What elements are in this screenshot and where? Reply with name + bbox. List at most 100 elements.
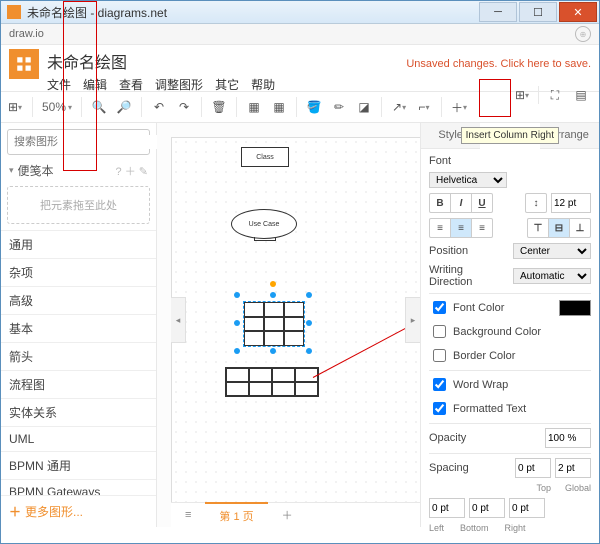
maximize-button[interactable]: ☐ (519, 2, 557, 22)
add-page-button[interactable]: ＋ (268, 503, 307, 527)
canvas[interactable]: Class Use Case ◂ ▸ (171, 137, 420, 503)
menu-help[interactable]: 帮助 (251, 76, 275, 93)
line-height-icon[interactable]: ↕ (526, 194, 546, 212)
toolbar-right: ⊞▾ ⛶ ▤ (512, 85, 591, 105)
opacity-input[interactable] (545, 428, 591, 448)
pages-menu-icon[interactable]: ≡ (171, 503, 205, 527)
table-icon[interactable]: ⊞▾ (512, 85, 532, 105)
collapse-left[interactable]: ◂ (171, 297, 186, 343)
language-icon[interactable]: ⊕ (575, 26, 591, 42)
to-front-icon[interactable]: ▦ (246, 99, 262, 115)
border-color-check[interactable] (433, 349, 446, 362)
shape-table-selected[interactable] (243, 301, 305, 347)
opacity-label: Opacity (429, 432, 541, 444)
unsaved-banner[interactable]: Unsaved changes. Click here to save. (406, 58, 591, 70)
shape-usecase[interactable]: Use Case (231, 209, 297, 239)
position-label: Position (429, 245, 509, 257)
page-tab-1[interactable]: 第 1 页 (205, 502, 267, 528)
line-color-icon[interactable]: ✏ (331, 99, 347, 115)
delete-icon[interactable]: 🗑 (211, 99, 227, 115)
insert-icon[interactable]: ＋▾ (451, 99, 467, 115)
waypoint-icon[interactable]: ⌐▾ (416, 99, 432, 115)
lib-entity[interactable]: 实体关系 (1, 398, 156, 426)
minimize-button[interactable]: ─ (479, 2, 517, 22)
position-select[interactable]: Center (513, 243, 591, 259)
lib-general[interactable]: 通用 (1, 230, 156, 258)
menu-bar: 文件 编辑 查看 调整图形 其它 帮助 (47, 76, 396, 93)
window-controls: ─ ☐ ✕ (479, 2, 599, 22)
redo-icon[interactable]: ↷ (176, 99, 192, 115)
lib-bpmn-general[interactable]: BPMN 通用 (1, 451, 156, 479)
menu-view[interactable]: 查看 (119, 76, 143, 93)
to-back-icon[interactable]: ▦ (271, 99, 287, 115)
font-size-input[interactable] (551, 193, 591, 213)
shape-table-2[interactable] (225, 367, 319, 397)
v-align-group: ⊤ ⊟ ⊥ (527, 218, 591, 238)
more-shapes-button[interactable]: ＋ 更多图形... (1, 495, 156, 527)
collapse-right[interactable]: ▸ (405, 297, 420, 343)
lib-bpmn-gateways[interactable]: BPMN Gateways (1, 479, 156, 495)
bold-button[interactable]: B (430, 194, 451, 212)
font-color-check[interactable] (433, 301, 446, 314)
align-right-button[interactable]: ≡ (472, 219, 492, 237)
document-title[interactable]: 未命名绘图 (47, 49, 396, 73)
lib-flowchart[interactable]: 流程图 (1, 370, 156, 398)
zoom-in-icon[interactable]: 🔍 (91, 99, 107, 115)
app-header: draw.io ⊕ (1, 24, 599, 45)
scratchpad-drop[interactable]: 把元素拖至此处 (7, 186, 150, 224)
align-left-button[interactable]: ≡ (430, 219, 451, 237)
shape-library-list: 通用 杂项 高级 基本 箭头 流程图 实体关系 UML BPMN 通用 BPMN… (1, 230, 156, 495)
connection-icon[interactable]: ↗▾ (391, 99, 407, 115)
spacing-left[interactable] (429, 498, 465, 518)
lib-arrows[interactable]: 箭头 (1, 342, 156, 370)
close-button[interactable]: ✕ (559, 2, 597, 22)
shape-search[interactable]: 🔍 (7, 129, 150, 155)
undo-icon[interactable]: ↶ (151, 99, 167, 115)
lib-advanced[interactable]: 高级 (1, 286, 156, 314)
spacing-bottom[interactable] (469, 498, 505, 518)
writing-select[interactable]: Automatic (513, 268, 591, 284)
shadow-icon[interactable]: ◪ (356, 99, 372, 115)
spacing-right[interactable] (509, 498, 545, 518)
spacing-top[interactable] (515, 458, 551, 478)
align-bottom-button[interactable]: ⊥ (570, 219, 590, 237)
menu-edit[interactable]: 编辑 (83, 76, 107, 93)
scratchpad-tools[interactable]: ? ＋ ✎ (116, 163, 148, 179)
lib-misc[interactable]: 杂项 (1, 258, 156, 286)
format-panel: Style Text Arrange Font Helvetica B I U … (420, 123, 599, 527)
h-align-group: ≡ ≡ ≡ (429, 218, 493, 238)
wordwrap-check[interactable] (433, 378, 446, 391)
format-properties: Font Helvetica B I U ↕ (421, 149, 599, 544)
underline-button[interactable]: U (472, 194, 492, 212)
zoom-display[interactable]: 50%▾ (42, 100, 72, 114)
menu-extras[interactable]: 其它 (215, 76, 239, 93)
fill-color-icon[interactable]: 🪣 (306, 99, 322, 115)
font-family-select[interactable]: Helvetica (429, 172, 507, 188)
lib-basic[interactable]: 基本 (1, 314, 156, 342)
spacing-label: Spacing (429, 462, 511, 474)
app-icon (7, 5, 21, 19)
fullscreen-icon[interactable]: ⛶ (545, 85, 565, 105)
canvas-area: Class Use Case ◂ ▸ (157, 123, 420, 527)
sidebar-toggle-icon[interactable]: ⊞▾ (7, 99, 23, 115)
document-icon (9, 49, 39, 79)
format-panel-icon[interactable]: ▤ (571, 85, 591, 105)
font-label: Font (429, 155, 591, 167)
search-input[interactable] (12, 135, 158, 149)
zoom-out-icon[interactable]: 🔎 (116, 99, 132, 115)
bg-color-check[interactable] (433, 325, 446, 338)
menu-file[interactable]: 文件 (47, 76, 71, 93)
align-middle-button[interactable]: ⊟ (549, 219, 570, 237)
ruler-vertical (157, 123, 172, 527)
menu-arrange[interactable]: 调整图形 (155, 76, 203, 93)
scratchpad-header[interactable]: ▾ 便笺本 ? ＋ ✎ (1, 161, 156, 180)
italic-button[interactable]: I (451, 194, 472, 212)
ruler-horizontal (171, 123, 420, 138)
align-center-button[interactable]: ≡ (451, 219, 472, 237)
font-color-swatch[interactable] (559, 300, 591, 316)
shape-class[interactable]: Class (241, 147, 289, 167)
align-top-button[interactable]: ⊤ (528, 219, 549, 237)
spacing-global[interactable] (555, 458, 591, 478)
formatted-check[interactable] (433, 402, 446, 415)
lib-uml[interactable]: UML (1, 426, 156, 451)
